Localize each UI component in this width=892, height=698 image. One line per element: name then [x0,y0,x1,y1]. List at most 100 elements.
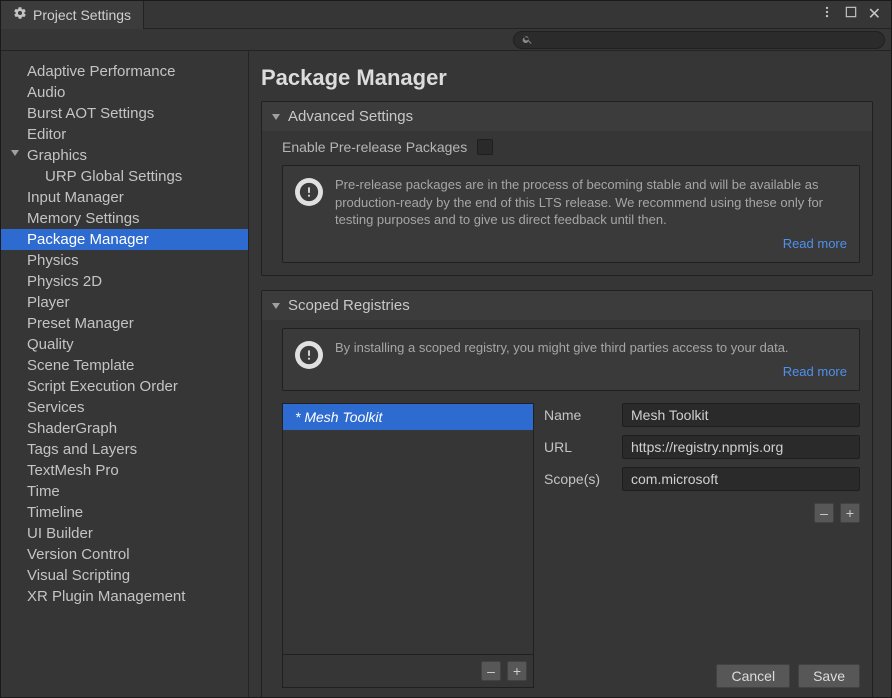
sidebar-item-package-manager[interactable]: Package Manager [1,229,248,250]
add-registry-button[interactable]: + [507,661,527,681]
sidebar-item-label: UI Builder [27,525,93,542]
sidebar-item-shadergraph[interactable]: ShaderGraph [1,418,248,439]
sidebar-item-services[interactable]: Services [1,397,248,418]
search-icon [522,34,533,45]
sidebar-item-urp-global-settings[interactable]: URP Global Settings [1,166,248,187]
scope-label: Scope(s) [544,471,612,487]
sidebar-item-input-manager[interactable]: Input Manager [1,187,248,208]
read-more-link[interactable]: Read more [783,364,847,379]
remove-registry-button[interactable]: – [481,661,501,681]
read-more-link[interactable]: Read more [783,236,847,251]
sidebar-item-script-execution-order[interactable]: Script Execution Order [1,376,248,397]
sidebar-item-physics[interactable]: Physics [1,250,248,271]
sidebar-item-label: Adaptive Performance [27,63,175,80]
sidebar-item-preset-manager[interactable]: Preset Manager [1,313,248,334]
sidebar-item-label: URP Global Settings [45,168,182,185]
sidebar-item-version-control[interactable]: Version Control [1,544,248,565]
page-title: Package Manager [261,65,873,91]
scoped-registries-header[interactable]: Scoped Registries [262,291,872,320]
remove-scope-button[interactable]: – [814,503,834,523]
registry-list: * Mesh Toolkit – + [282,403,534,688]
add-scope-button[interactable]: + [840,503,860,523]
registry-list-item[interactable]: * Mesh Toolkit [283,404,533,430]
main-panel: Package Manager Advanced Settings Enable… [249,51,891,697]
sidebar-item-label: Package Manager [27,231,149,248]
sidebar-item-timeline[interactable]: Timeline [1,502,248,523]
titlebar: Project Settings ✕ [1,1,891,29]
sidebar-item-tags-and-layers[interactable]: Tags and Layers [1,439,248,460]
name-label: Name [544,407,612,423]
section-title: Advanced Settings [288,108,413,125]
sidebar-item-graphics[interactable]: Graphics [1,145,248,166]
sidebar-item-label: Scene Template [27,357,134,374]
sidebar-item-visual-scripting[interactable]: Visual Scripting [1,565,248,586]
sidebar-item-xr-plugin-management[interactable]: XR Plugin Management [1,586,248,607]
sidebar-item-label: Editor [27,126,66,143]
project-settings-window: Project Settings ✕ Adaptive PerformanceA… [0,0,892,698]
sidebar: Adaptive Performance AudioBurst AOT Setti… [1,51,249,697]
sidebar-item-label: Services [27,399,85,416]
sidebar-item-adaptive-performance[interactable]: Adaptive Performance [1,61,248,82]
sidebar-item-scene-template[interactable]: Scene Template [1,355,248,376]
sidebar-item-ui-builder[interactable]: UI Builder [1,523,248,544]
sidebar-item-label: Script Execution Order [27,378,178,395]
registry-row: * Mesh Toolkit – + Name [282,403,860,688]
searchbar [1,29,891,51]
prerelease-infobox: Pre-release packages are in the process … [282,165,860,263]
sidebar-item-label: Tags and Layers [27,441,137,458]
info-icon [295,178,323,206]
info-text: By installing a scoped registry, you mig… [335,339,847,357]
chevron-down-icon [272,114,280,120]
sidebar-item-time[interactable]: Time [1,481,248,502]
search-input[interactable] [513,31,885,49]
enable-prerelease-row: Enable Pre-release Packages [282,139,860,155]
info-icon [295,341,323,369]
registry-name-input[interactable] [622,403,860,427]
content: Adaptive Performance AudioBurst AOT Setti… [1,51,891,697]
sidebar-item-label: Preset Manager [27,315,134,332]
sidebar-item-label: Player [27,294,70,311]
sidebar-item-memory-settings[interactable]: Memory Settings [1,208,248,229]
chevron-down-icon [11,150,19,156]
sidebar-item-label: Visual Scripting [27,567,130,584]
sidebar-item-burst-aot-settings[interactable]: Burst AOT Settings [1,103,248,124]
registry-url-input[interactable] [622,435,860,459]
gear-icon [13,6,27,23]
sidebar-item-label: Input Manager [27,189,124,206]
scoped-infobox: By installing a scoped registry, you mig… [282,328,860,391]
sidebar-item-label: Timeline [27,504,83,521]
save-button[interactable]: Save [798,664,860,688]
sidebar-item-quality[interactable]: Quality [1,334,248,355]
enable-prerelease-checkbox[interactable] [477,139,493,155]
maximize-icon[interactable] [844,5,858,24]
registry-scope-input[interactable] [622,467,860,491]
sidebar-item-audio[interactable]: Audio [1,82,248,103]
sidebar-item-editor[interactable]: Editor [1,124,248,145]
sidebar-item-label: Time [27,483,60,500]
scoped-registries-section: Scoped Registries By installing a scoped… [261,290,873,697]
registry-form: Name URL Scope(s) [544,403,860,688]
url-label: URL [544,439,612,455]
kebab-icon[interactable] [820,5,834,24]
close-icon[interactable]: ✕ [868,7,881,23]
chevron-down-icon [272,303,280,309]
window-controls: ✕ [820,5,891,24]
advanced-settings-section: Advanced Settings Enable Pre-release Pac… [261,101,873,276]
sidebar-item-label: Graphics [27,147,87,164]
sidebar-item-label: Memory Settings [27,210,140,227]
sidebar-item-label: TextMesh Pro [27,462,119,479]
checkbox-label: Enable Pre-release Packages [282,139,467,155]
advanced-settings-header[interactable]: Advanced Settings [262,102,872,131]
sidebar-item-label: Quality [27,336,74,353]
info-text-wrap: Pre-release packages are in the process … [335,176,847,252]
window-tab[interactable]: Project Settings [1,1,144,29]
window-title: Project Settings [33,7,131,23]
cancel-button[interactable]: Cancel [716,664,790,688]
sidebar-item-label: Version Control [27,546,130,563]
info-text: Pre-release packages are in the process … [335,176,847,229]
sidebar-item-textmesh-pro[interactable]: TextMesh Pro [1,460,248,481]
sidebar-item-label: ShaderGraph [27,420,117,437]
sidebar-item-player[interactable]: Player [1,292,248,313]
sidebar-item-physics-2d[interactable]: Physics 2D [1,271,248,292]
sidebar-item-label: Physics 2D [27,273,102,290]
